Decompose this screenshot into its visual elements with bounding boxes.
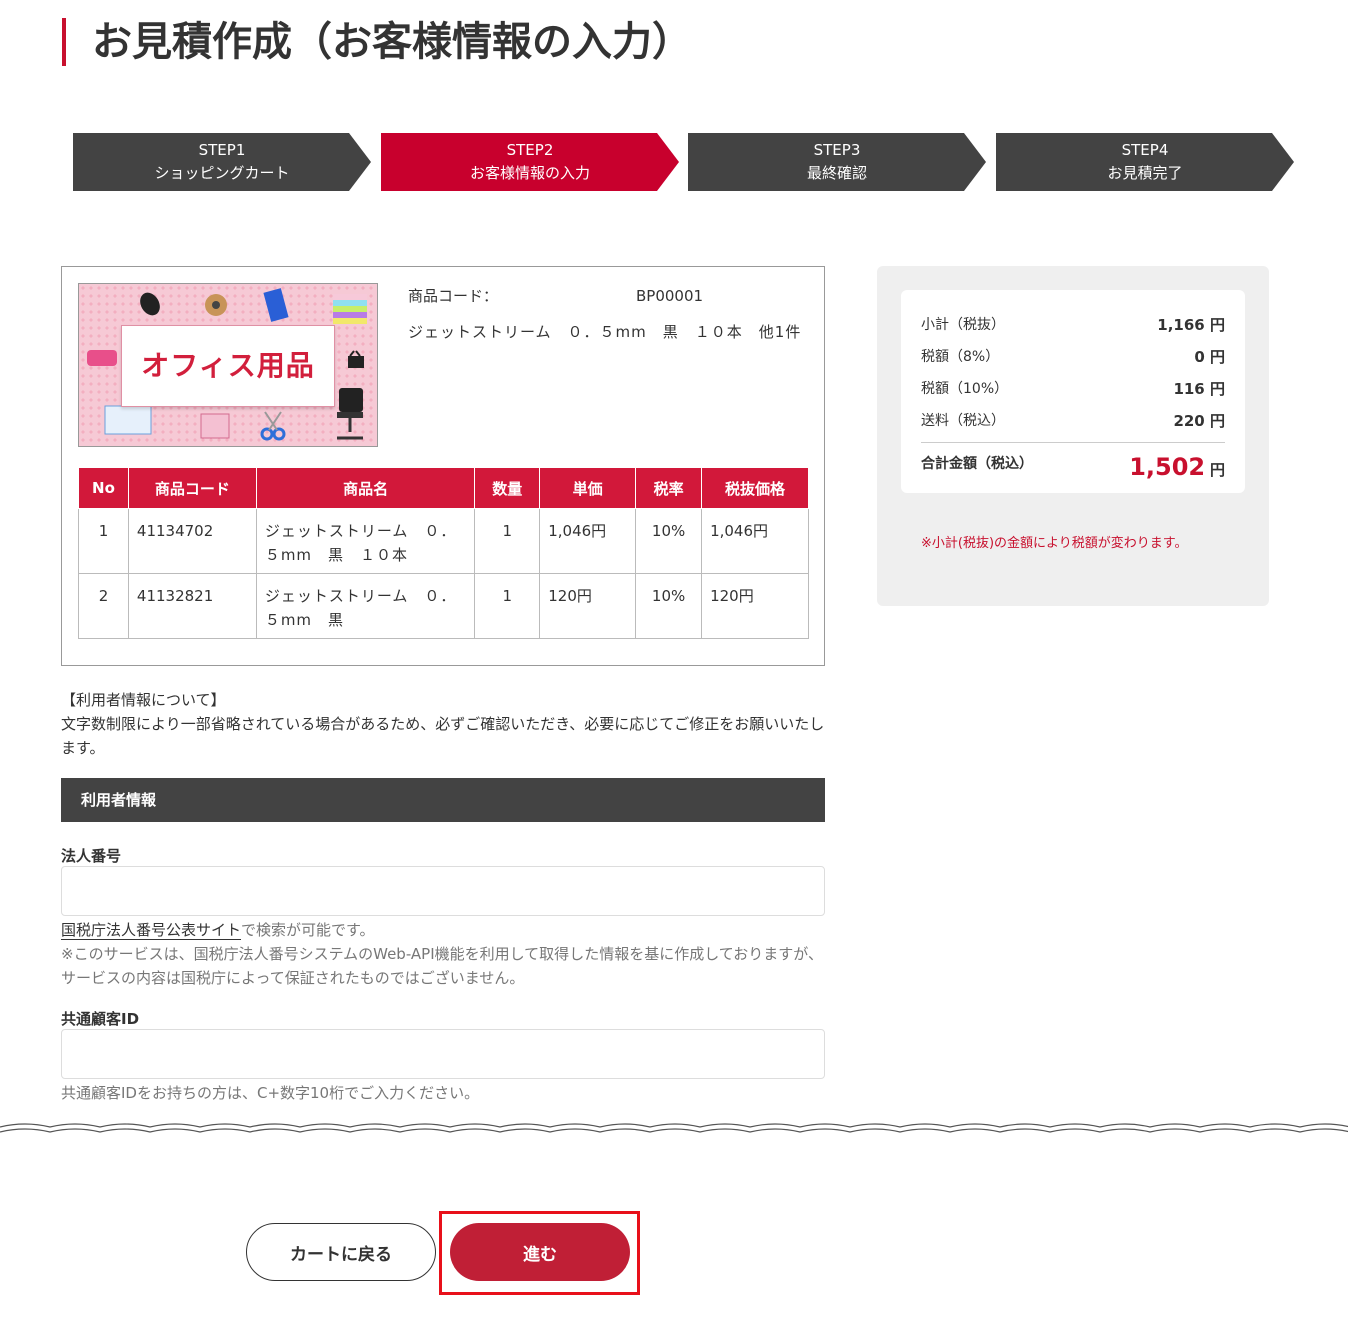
step-4-number: STEP4 [1121, 141, 1169, 159]
cell-name: ジェットストリーム ０．５mm 黒 [255, 573, 476, 639]
section-title-user-info: 利用者情報 [61, 778, 825, 822]
yen-unit: 円 [1209, 411, 1225, 430]
order-summary-card: 小計（税抜） 1,166 円 税額（8%） 0 円 税額（10%） 116 円 … [901, 290, 1245, 493]
cell-qty: 1 [474, 573, 541, 639]
sticky-notes-icon [333, 294, 367, 324]
customer-id-input[interactable] [61, 1029, 825, 1079]
summary-shipping-value: 220 [1173, 411, 1205, 430]
mouse-icon [140, 292, 160, 316]
notebook-icon [200, 413, 230, 439]
cell-subtotal: 1,046円 [701, 508, 809, 574]
header-no: No [78, 467, 129, 509]
corp-number-label: 法人番号 [61, 847, 122, 865]
order-summary-panel: 小計（税抜） 1,166 円 税額（8%） 0 円 税額（10%） 116 円 … [877, 266, 1269, 606]
cell-subtotal: 120円 [701, 573, 809, 639]
cell-price: 120円 [539, 573, 637, 639]
step-2-number: STEP2 [506, 141, 554, 159]
yen-unit: 円 [1209, 347, 1225, 366]
yen-unit: 円 [1209, 315, 1225, 334]
corp-link-suffix: で検索が可能です。 [241, 921, 375, 939]
summary-tax10-label: 税額（10%） [921, 381, 1009, 397]
corp-number-help: 国税庁法人番号公表サイトで検索が可能です。 ※このサービスは、国税庁法人番号シス… [61, 918, 825, 990]
cell-code: 41134702 [127, 508, 257, 574]
summary-subtotal-row: 小計（税抜） 1,166 円 [921, 308, 1225, 340]
summary-subtotal-value: 1,166 [1157, 315, 1205, 334]
table-row: 2 41132821 ジェットストリーム ０．５mm 黒 1 120円 10% … [78, 573, 809, 639]
step-3: STEP3 最終確認 [688, 133, 986, 191]
summary-total-value: 1,502 [1129, 453, 1206, 481]
summary-total-label: 合計金額（税込） [921, 456, 1033, 472]
office-chair-icon [337, 388, 363, 440]
summary-tax8-row: 税額（8%） 0 円 [921, 340, 1225, 372]
header-subtotal: 税抜価格 [701, 467, 809, 509]
summary-tax10-row: 税額（10%） 116 円 [921, 372, 1225, 404]
step-1-label: ショッピングカート [154, 164, 290, 182]
header-name: 商品名 [255, 467, 476, 509]
yen-unit: 円 [1209, 461, 1225, 479]
step-2: STEP2 お客様情報の入力 [381, 133, 679, 191]
table-header-row: No 商品コード 商品名 数量 単価 税率 税抜価格 [78, 467, 809, 509]
step-4-label: お見積完了 [1107, 164, 1183, 182]
page-title: お見積作成（お客様情報の入力） [62, 18, 692, 66]
summary-note: ※小計(税抜)の金額により税額が変わります。 [921, 536, 1188, 551]
notice-body: 文字数制限により一部省略されている場合があるため、必ずご確認いただき、必要に応じ… [61, 715, 825, 757]
cell-qty: 1 [474, 508, 541, 574]
corp-number-input[interactable] [61, 866, 825, 916]
header-qty: 数量 [474, 467, 541, 509]
table-row: 1 41134702 ジェットストリーム ０．５mm 黒 １０本 1 1,046… [78, 508, 809, 574]
summary-tax10-value: 116 [1173, 379, 1205, 398]
cell-code: 41132821 [127, 573, 257, 639]
customer-id-label: 共通顧客ID [61, 1010, 140, 1028]
step-3-number: STEP3 [813, 141, 861, 159]
summary-shipping-row: 送料（税込） 220 円 [921, 404, 1225, 436]
header-price: 単価 [539, 467, 637, 509]
summary-total-row: 合計金額（税込） 1,502 円 [921, 442, 1225, 481]
summary-subtotal-label: 小計（税抜） [921, 317, 1005, 333]
step-4: STEP4 お見積完了 [996, 133, 1294, 191]
header-code: 商品コード [127, 467, 257, 509]
next-button[interactable]: 進む [450, 1223, 630, 1281]
customer-id-help: 共通顧客IDをお持ちの方は、C+数字10桁でご入力ください。 [61, 1084, 480, 1102]
cell-tax: 10% [635, 508, 703, 574]
summary-tax8-value: 0 [1194, 347, 1205, 366]
product-banner-image: オフィス用品 [78, 283, 378, 447]
cell-name: ジェットストリーム ０．５mm 黒 １０本 [255, 508, 476, 574]
summary-tax8-label: 税額（8%） [921, 349, 1000, 365]
product-info: 商品コード： BP00001 ジェットストリーム ０．５mm 黒 １０本 他1件 [408, 285, 801, 342]
summary-shipping-label: 送料（税込） [921, 413, 1005, 429]
step-1: STEP1 ショッピングカート [73, 133, 371, 191]
scissors-icon [260, 411, 286, 441]
notice-title: 【利用者情報について】 [61, 691, 226, 709]
cell-no: 1 [78, 508, 129, 574]
binder-icon [263, 288, 289, 322]
step-3-label: 最終確認 [806, 164, 867, 182]
cell-tax: 10% [635, 573, 703, 639]
cell-price: 1,046円 [539, 508, 637, 574]
corp-number-disclaimer: ※このサービスは、国税庁法人番号システムのWeb-API機能を利用して取得した情… [61, 945, 823, 987]
banner-title: オフィス用品 [121, 325, 335, 407]
corp-number-site-link[interactable]: 国税庁法人番号公表サイト [61, 921, 242, 940]
header-tax: 税率 [635, 467, 703, 509]
tape-dispenser-icon [87, 350, 117, 366]
user-info-notice: 【利用者情報について】 文字数制限により一部省略されている場合があるため、必ずご… [61, 688, 825, 760]
yen-unit: 円 [1209, 379, 1225, 398]
step-progress: STEP1 ショッピングカート STEP2 お客様情報の入力 STEP3 最終確… [73, 133, 1295, 191]
product-name: ジェットストリーム ０．５mm 黒 １０本 他1件 [408, 323, 802, 341]
step-2-label: お客様情報の入力 [469, 164, 590, 182]
cell-no: 2 [78, 573, 129, 639]
product-box: オフィス用品 商品コード： BP00001 ジェットストリーム ０．５mm 黒 １… [61, 266, 825, 666]
wave-divider [0, 1123, 1348, 1133]
back-to-cart-button[interactable]: カートに戻る [246, 1223, 436, 1281]
items-table: No 商品コード 商品名 数量 単価 税率 税抜価格 1 41134702 ジェ… [78, 467, 809, 639]
tape-icon [205, 294, 227, 316]
product-code-label: 商品コード： [408, 287, 499, 305]
product-code: BP00001 [636, 287, 704, 305]
binder-clip-icon [348, 350, 364, 368]
step-1-number: STEP1 [198, 141, 246, 159]
